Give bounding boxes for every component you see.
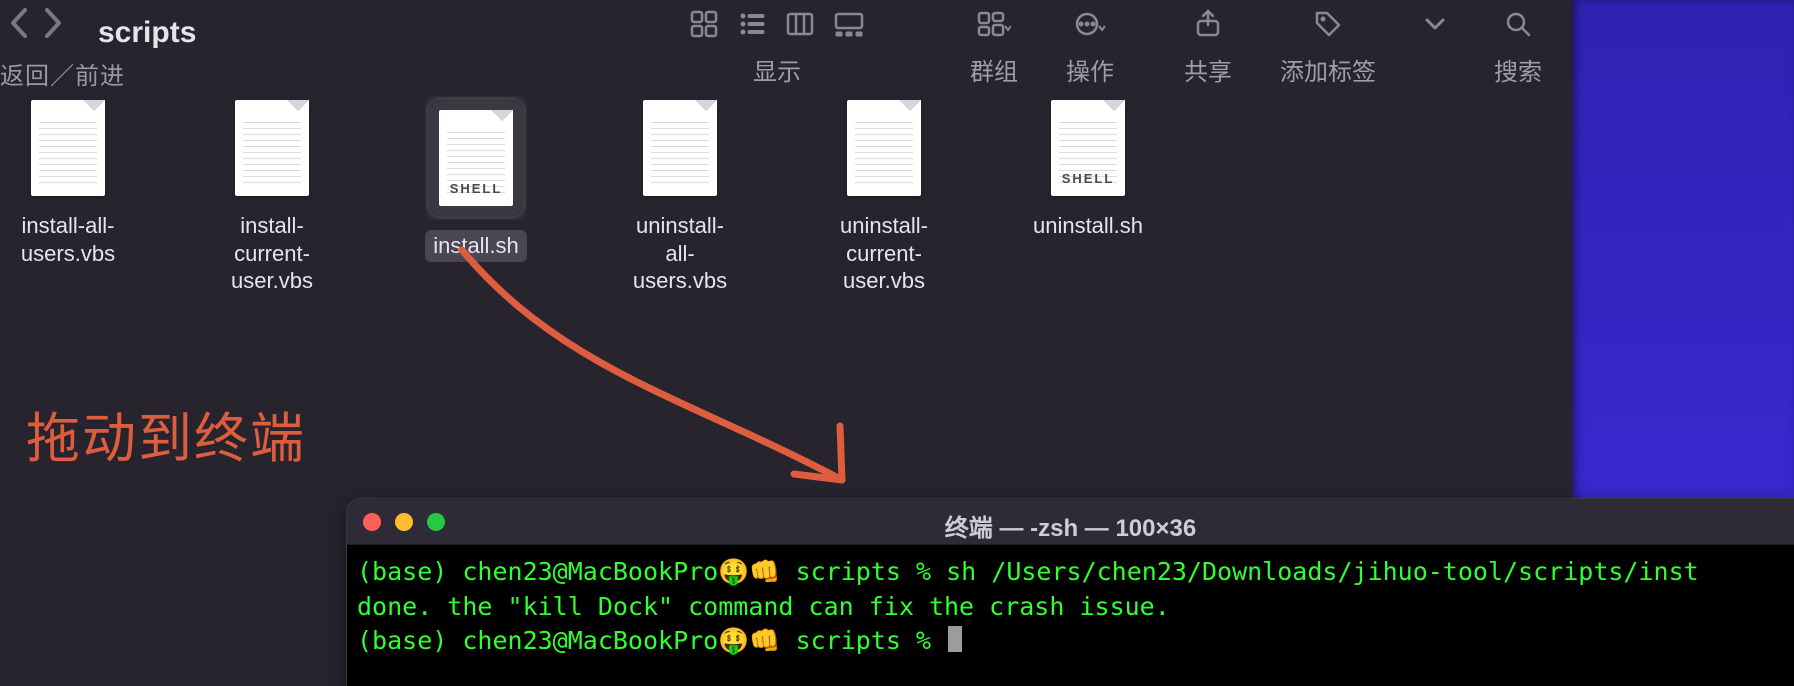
file-icon xyxy=(643,100,717,196)
nav-caption: 返回／前进 xyxy=(0,56,125,91)
toolbar-share-button[interactable]: 共享 xyxy=(1184,6,1232,87)
file-item[interactable]: SHELL install.sh xyxy=(416,100,536,262)
terminal-titlebar[interactable]: 终端 — -zsh — 100×36 xyxy=(347,499,1794,545)
toolbar-display-caption: 显示 xyxy=(753,52,801,87)
toolbar-tag-button[interactable]: 添加标签 xyxy=(1280,6,1376,87)
file-name-label: uninstall-current- user.vbs xyxy=(824,210,944,297)
file-grid: install-all- users.vbs install-current- u… xyxy=(8,100,1148,297)
terminal-window: 终端 — -zsh — 100×36 (base) chen23@MacBook… xyxy=(346,498,1794,686)
toolbar-more-button[interactable] xyxy=(1424,6,1446,80)
toolbar-action-button[interactable]: 操作 xyxy=(1066,6,1114,87)
terminal-cursor xyxy=(948,626,962,652)
terminal-line-3: (base) chen23@MacBookPro🤑👊 scripts % xyxy=(357,626,962,655)
file-icon: SHELL xyxy=(439,110,513,206)
nav-forward-button[interactable] xyxy=(42,8,62,43)
window-zoom-button[interactable] xyxy=(427,513,445,531)
file-name-label: install.sh xyxy=(425,230,527,262)
terminal-line-1: (base) chen23@MacBookPro🤑👊 scripts % sh … xyxy=(357,557,1699,586)
annotation-text: 拖动到终端 xyxy=(26,394,306,473)
group-icon xyxy=(977,10,1011,43)
view-columns-icon[interactable] xyxy=(786,10,814,43)
file-name-label: install-current- user.vbs xyxy=(212,210,332,297)
file-item[interactable]: uninstall-all- users.vbs xyxy=(620,100,740,297)
shell-badge: SHELL xyxy=(450,181,503,196)
view-icons-icon[interactable] xyxy=(690,10,718,43)
search-icon xyxy=(1504,10,1532,43)
toolbar-group-button[interactable]: 群组 xyxy=(970,6,1018,87)
view-gallery-icon[interactable] xyxy=(834,10,864,43)
file-item[interactable]: install-current- user.vbs xyxy=(212,100,332,297)
file-icon: SHELL xyxy=(1051,100,1125,196)
share-icon xyxy=(1194,9,1222,44)
file-icon xyxy=(31,100,105,196)
file-icon xyxy=(847,100,921,196)
file-item[interactable]: SHELL uninstall.sh xyxy=(1028,100,1148,242)
file-name-label: uninstall-all- users.vbs xyxy=(620,210,740,297)
file-name-label: install-all- users.vbs xyxy=(13,210,123,269)
toolbar-search-button[interactable]: 搜索 xyxy=(1494,6,1542,87)
chevron-down-icon xyxy=(1424,10,1446,43)
terminal-body[interactable]: (base) chen23@MacBookPro🤑👊 scripts % sh … xyxy=(347,545,1794,686)
file-icon xyxy=(235,100,309,196)
action-icon xyxy=(1073,10,1107,43)
window-close-button[interactable] xyxy=(363,513,381,531)
terminal-title: 终端 — -zsh — 100×36 xyxy=(945,508,1196,543)
file-item[interactable]: uninstall-current- user.vbs xyxy=(824,100,944,297)
file-item[interactable]: install-all- users.vbs xyxy=(8,100,128,269)
file-name-label: uninstall.sh xyxy=(1025,210,1151,242)
window-minimize-button[interactable] xyxy=(395,513,413,531)
finder-toolbar: 返回／前进 scripts 显示 群组 xyxy=(0,0,1572,88)
toolbar-display-group: 显示 xyxy=(690,6,864,87)
view-list-icon[interactable] xyxy=(738,10,766,43)
nav-back-button[interactable] xyxy=(10,8,30,43)
terminal-line-2: done. the "kill Dock" command can fix th… xyxy=(357,592,1170,621)
shell-badge: SHELL xyxy=(1062,171,1115,186)
tag-icon xyxy=(1313,9,1343,44)
finder-folder-title: scripts xyxy=(98,16,196,50)
